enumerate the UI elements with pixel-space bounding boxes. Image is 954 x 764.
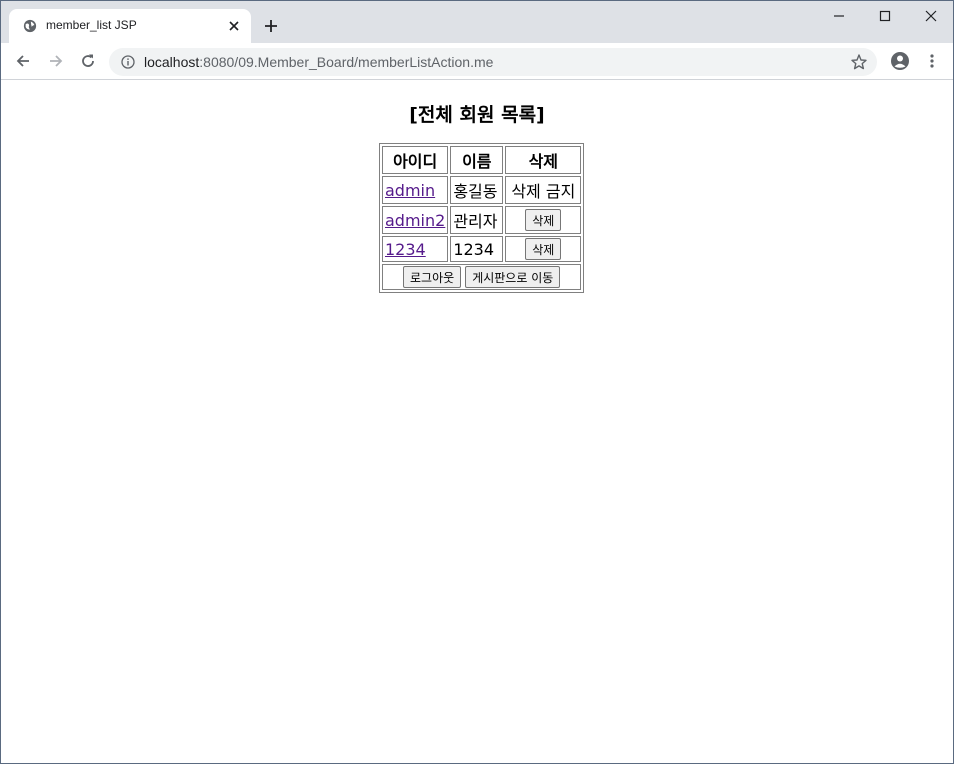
tab-title: member_list JSP: [46, 18, 137, 32]
url-host: localhost: [144, 54, 200, 70]
member-id-link[interactable]: 1234: [385, 240, 426, 259]
member-name-cell: 홍길동: [450, 176, 504, 204]
close-window-icon[interactable]: [922, 7, 940, 25]
maximize-icon[interactable]: [876, 7, 894, 25]
close-tab-icon[interactable]: [227, 19, 241, 33]
bookmark-star-icon[interactable]: [850, 53, 868, 71]
forward-icon[interactable]: [47, 52, 65, 70]
tab-bar: member_list JSP: [1, 1, 953, 43]
member-table: 아이디 이름 삭제 admin 홍길동 삭제 금지 admin2 관리자 삭제 …: [379, 143, 585, 293]
table-row: 1234 1234 삭제: [382, 236, 582, 262]
delete-button[interactable]: 삭제: [525, 238, 562, 260]
table-header-row: 아이디 이름 삭제: [382, 146, 582, 174]
active-tab[interactable]: member_list JSP: [9, 9, 251, 43]
header-id: 아이디: [382, 146, 449, 174]
actions-cell: 로그아웃 게시판으로 이동: [382, 264, 582, 290]
delete-cell: 삭제: [505, 206, 582, 234]
new-tab-icon[interactable]: [262, 17, 280, 35]
reload-icon[interactable]: [79, 52, 97, 70]
go-to-board-button[interactable]: 게시판으로 이동: [465, 266, 561, 288]
logout-button[interactable]: 로그아웃: [403, 266, 462, 288]
url-text[interactable]: localhost:8080/09.Member_Board/memberLis…: [144, 54, 493, 70]
profile-icon[interactable]: [890, 51, 910, 71]
globe-icon: [23, 19, 37, 33]
page-title: [전체 회원 목록]: [409, 104, 545, 126]
member-id-link[interactable]: admin2: [385, 211, 445, 230]
address-bar[interactable]: localhost:8080/09.Member_Board/memberLis…: [109, 48, 877, 76]
delete-forbidden-text: 삭제 금지: [505, 176, 582, 204]
minimize-icon[interactable]: [830, 7, 848, 25]
info-icon[interactable]: [121, 55, 135, 69]
browser-window: member_list JSP localhost:8080/09.Member…: [0, 0, 954, 764]
page-content: [전체 회원 목록] 아이디 이름 삭제 admin 홍길동 삭제 금지 adm…: [1, 81, 953, 763]
header-delete: 삭제: [505, 146, 582, 174]
member-id-link[interactable]: admin: [385, 181, 435, 200]
table-row: admin2 관리자 삭제: [382, 206, 582, 234]
kebab-menu-icon[interactable]: [925, 52, 939, 70]
member-id-cell: admin: [382, 176, 449, 204]
member-id-cell: 1234: [382, 236, 449, 262]
table-row: admin 홍길동 삭제 금지: [382, 176, 582, 204]
browser-toolbar: localhost:8080/09.Member_Board/memberLis…: [1, 43, 953, 80]
member-name-cell: 1234: [450, 236, 504, 262]
member-id-cell: admin2: [382, 206, 449, 234]
url-path: :8080/09.Member_Board/memberListAction.m…: [199, 54, 494, 70]
delete-cell: 삭제: [505, 236, 582, 262]
member-name-cell: 관리자: [450, 206, 504, 234]
table-actions-row: 로그아웃 게시판으로 이동: [382, 264, 582, 290]
back-icon[interactable]: [14, 52, 32, 70]
delete-button[interactable]: 삭제: [525, 209, 562, 231]
header-name: 이름: [450, 146, 504, 174]
